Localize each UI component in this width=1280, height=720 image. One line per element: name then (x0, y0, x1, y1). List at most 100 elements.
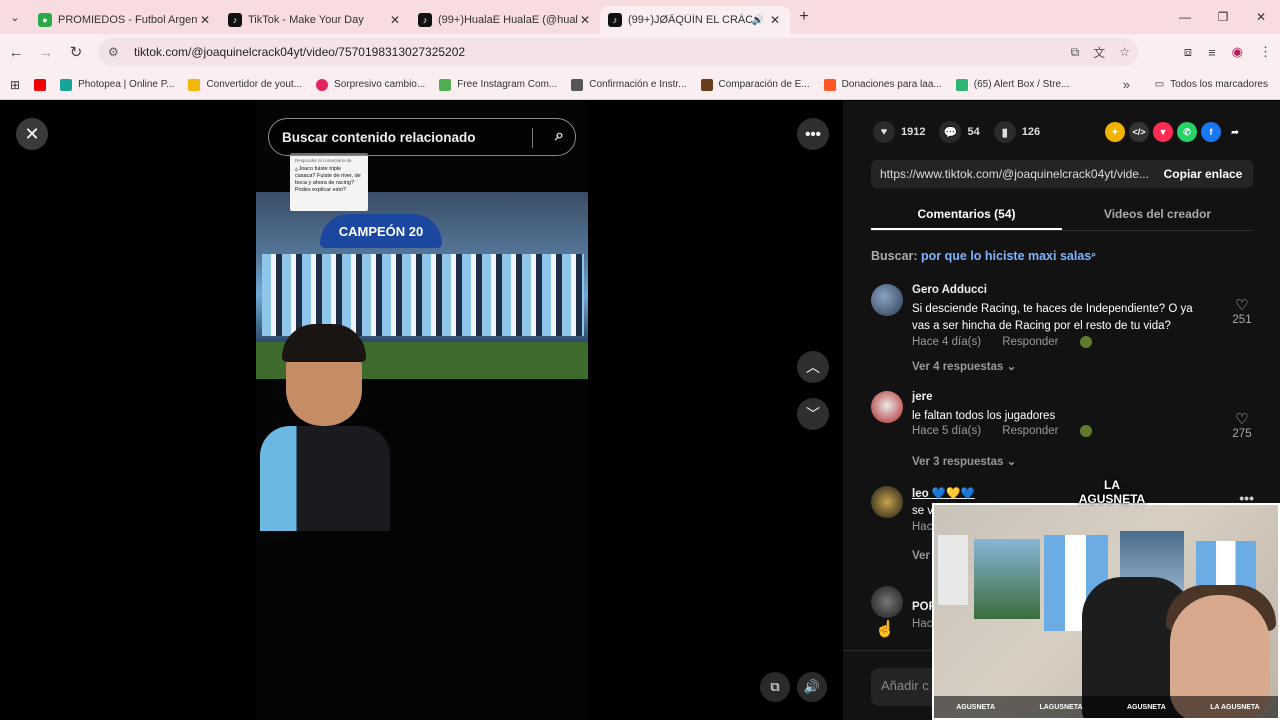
avatar[interactable] (871, 284, 903, 316)
new-tab-icon[interactable]: + (790, 8, 818, 26)
racing-flag (938, 535, 968, 605)
chevron-up-icon: ︿ (806, 359, 820, 375)
comment-button[interactable]: 💬 54 (939, 121, 980, 143)
streamer-webcam-overlay: AGUSNETA LAGUSNETA AGUSNETA LA AGUSNETA (932, 503, 1280, 720)
emoji-reaction-icon[interactable] (1079, 336, 1092, 348)
browser-menu-icon[interactable]: ⋮ (1259, 44, 1272, 60)
tab-title: (99+)JØÂQÛÍN EL CRÄCK (@... (628, 14, 752, 26)
share-arrow-icon[interactable]: ➦ (1225, 122, 1245, 142)
install-app-icon[interactable]: ⧉ (1071, 45, 1080, 60)
back-icon[interactable]: ← (2, 38, 30, 66)
facebook-icon[interactable]: f (1201, 122, 1221, 142)
bookmark-sorpresivo[interactable]: Sorpresivo cambio... (316, 78, 425, 91)
panel-tabs: Comentarios (54) Videos del creador (871, 201, 1253, 231)
minimize-icon[interactable]: — (1166, 0, 1204, 34)
bookmark-photopea[interactable]: Photopea | Online P... (60, 78, 174, 91)
comment-username[interactable]: jere (912, 391, 932, 403)
like-button[interactable]: ♥ 1912 (873, 121, 925, 143)
speaker-icon[interactable]: 🔊 (752, 15, 764, 26)
view-replies[interactable]: Ver (912, 550, 930, 562)
bookmark-confirmacion[interactable]: Confirmación e Instr... (571, 78, 687, 91)
embed-icon[interactable]: </> (1129, 122, 1149, 142)
tab-title: TikTok - Make Your Day (248, 14, 364, 26)
forward-icon[interactable]: → (32, 38, 60, 66)
whatsapp-icon[interactable]: ✆ (1177, 122, 1197, 142)
related-search-input[interactable]: Buscar contenido relacionado ⌕ (268, 118, 576, 156)
emoji-reaction-icon[interactable] (1079, 425, 1092, 437)
more-options-button[interactable]: ••• (797, 118, 829, 150)
address-bar[interactable]: ⚙ tiktok.com/@joaquinelcrack04yt/video/7… (98, 38, 1138, 66)
avatar[interactable] (871, 586, 903, 618)
kick-handle: AGUSNETA (1126, 703, 1166, 711)
browser-tab-hualae[interactable]: ♪ (99+)HualaE HualaE (@hualae... ✕ (410, 6, 600, 34)
apps-grid-icon[interactable]: ⊞ (10, 78, 20, 92)
chevron-down-icon: ﹀ (806, 406, 820, 422)
search-query-link[interactable]: por que lo hiciste maxi salas (921, 249, 1091, 263)
browser-tab-joaquin[interactable]: ♪ (99+)JØÂQÛÍN EL CRÄCK (@... 🔊 ✕ (600, 6, 790, 34)
bookmarks-bar: ⊞ Photopea | Online P... Convertidor de … (0, 70, 1280, 100)
comment-time: Hace 4 día(s) (912, 336, 982, 349)
volume-button[interactable]: 🔊 (797, 672, 827, 702)
send-icon[interactable]: ▼ (1153, 122, 1173, 142)
next-video-button[interactable]: ﹀ (797, 398, 829, 430)
tiktok-favicon-icon: ♪ (418, 13, 432, 27)
comment-username[interactable]: leo 💙💛💙 (912, 486, 975, 500)
comment-time: Hac (912, 521, 933, 533)
bookmark-favicon-icon (571, 78, 584, 91)
comment-search-suggestion[interactable]: Buscar: por que lo hiciste maxi salas⌕ (871, 249, 1096, 263)
copy-link-button[interactable]: Copiar enlace (1153, 167, 1253, 181)
tab-search-icon[interactable]: ⌄ (0, 0, 30, 34)
site-info-icon[interactable]: ⚙ (108, 45, 124, 59)
comment-username[interactable]: Gero Adducci (912, 284, 987, 296)
view-replies-label: Ver 4 respuestas (912, 361, 1004, 373)
tab-creator-videos[interactable]: Videos del creador (1062, 201, 1253, 230)
close-tab-icon[interactable]: ✕ (768, 13, 782, 27)
close-window-icon[interactable]: ✕ (1242, 0, 1280, 34)
media-control-icon[interactable]: ≡ (1208, 45, 1216, 60)
view-replies[interactable]: Ver 3 respuestas ⌄ (912, 454, 1016, 468)
bookmark-convertidor[interactable]: Convertidor de yout... (188, 78, 302, 91)
reload-icon[interactable]: ↻ (62, 38, 90, 66)
comment-time: Hace 5 día(s) (912, 425, 982, 438)
coin-icon[interactable]: ✦ (1105, 122, 1125, 142)
bookmark-star-icon[interactable]: ☆ (1119, 45, 1130, 59)
toolbar-right: ⧈ ≡ ◉ ⋮ (1184, 34, 1272, 70)
avatar[interactable] (871, 486, 903, 518)
browser-tab-tiktok[interactable]: ♪ TikTok - Make Your Day ✕ (220, 6, 410, 34)
tab-title: PROMIEDOS - Futbol Argentino (58, 14, 198, 26)
bookmark-donaciones[interactable]: Donaciones para laa... (823, 78, 942, 91)
video-link[interactable]: https://www.tiktok.com/@joaquinelcrack04… (871, 167, 1153, 181)
close-tab-icon[interactable]: ✕ (388, 13, 402, 27)
tab-comments[interactable]: Comentarios (54) (871, 201, 1062, 230)
all-bookmarks-folder[interactable]: ▭ Todos los marcadores (1155, 79, 1268, 90)
translate-icon[interactable]: 文 (1093, 44, 1105, 61)
comment-like[interactable]: ♡ 251 (1227, 296, 1257, 326)
bookmark-comparacion[interactable]: Comparación de E... (700, 78, 810, 91)
reply-button[interactable]: Responder (1002, 425, 1058, 437)
previous-video-button[interactable]: ︿ (797, 351, 829, 383)
youtube-handle: LA AGUSNETA (1210, 703, 1260, 711)
bookmark-free-instagram[interactable]: Free Instagram Com... (439, 78, 557, 91)
browser-tab-promiedos[interactable]: ● PROMIEDOS - Futbol Argentino ✕ (30, 6, 220, 34)
profile-avatar-icon[interactable]: ◉ (1232, 44, 1243, 60)
tab-title: (99+)HualaE HualaE (@hualae... (438, 14, 578, 26)
save-button[interactable]: ▮ 126 (993, 121, 1040, 143)
x-handle: LAGUSNETA (1039, 703, 1083, 711)
address-url[interactable]: tiktok.com/@joaquinelcrack04yt/video/757… (134, 45, 465, 59)
close-tab-icon[interactable]: ✕ (578, 13, 592, 27)
youtube-bookmark-icon[interactable] (34, 78, 52, 91)
view-replies[interactable]: Ver 4 respuestas ⌄ (912, 359, 1016, 373)
close-tab-icon[interactable]: ✕ (198, 13, 212, 27)
comment-text: Si desciende Racing, te haces de Indepen… (912, 303, 1193, 332)
video-player[interactable]: CAMPEÓN 20 Responder al comentario de ¿J… (256, 101, 588, 720)
more-bookmarks-icon[interactable]: » (1123, 77, 1130, 92)
avatar[interactable] (871, 391, 903, 423)
close-video-button[interactable]: ✕ (16, 118, 48, 150)
extensions-icon[interactable]: ⧈ (1184, 44, 1192, 60)
comment-like[interactable]: ♡ 275 (1227, 410, 1257, 440)
restore-icon[interactable]: ❐ (1204, 0, 1242, 34)
reply-button[interactable]: Responder (1002, 336, 1058, 348)
bookmark-alert-box[interactable]: (65) Alert Box / Stre... (955, 78, 1069, 91)
picture-in-picture-button[interactable]: ⧉ (760, 672, 790, 702)
search-icon[interactable]: ⌕ (555, 127, 564, 145)
